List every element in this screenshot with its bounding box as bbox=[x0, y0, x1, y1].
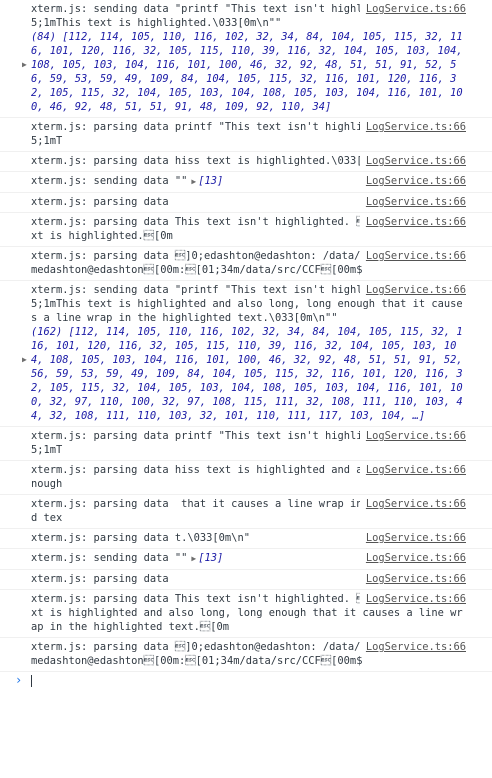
console-message: LogService.ts:66 xterm.js: parsing data … bbox=[0, 638, 492, 672]
message-body: xterm.js: sending data "" bbox=[31, 552, 188, 564]
array-preview[interactable]: [13] bbox=[198, 175, 223, 187]
source-link[interactable]: LogService.ts:66 bbox=[359, 531, 466, 545]
console-message: LogService.ts:66 xterm.js: parsing data p… bbox=[0, 118, 492, 152]
console-message: LogService.ts:66 xterm.js: parsing data T… bbox=[0, 590, 492, 638]
console-message: LogService.ts:66 xterm.js: parsing data p… bbox=[0, 427, 492, 461]
message-body: xterm.js: parsing data hiss text is high… bbox=[31, 155, 394, 167]
console-message: LogService.ts:66 xterm.js: parsing data bbox=[0, 570, 492, 590]
console-message: LogService.ts:66 xterm.js: sending data "… bbox=[0, 549, 492, 570]
triangle-right-icon[interactable]: ▶ bbox=[191, 554, 196, 563]
console-message: LogService.ts:66 xterm.js: sending data "… bbox=[0, 281, 492, 427]
console-message: LogService.ts:66 xterm.js: sending data "… bbox=[0, 0, 492, 118]
source-link[interactable]: LogService.ts:66 bbox=[359, 2, 466, 16]
source-link[interactable]: LogService.ts:66 bbox=[359, 572, 466, 586]
triangle-right-icon[interactable]: ▶ bbox=[22, 58, 27, 72]
source-link[interactable]: LogService.ts:66 bbox=[359, 640, 466, 654]
source-link[interactable]: LogService.ts:66 bbox=[359, 283, 466, 297]
source-link[interactable]: LogService.ts:66 bbox=[359, 429, 466, 443]
chevron-right-icon: › bbox=[15, 673, 23, 687]
console-message: LogService.ts:66 xterm.js: parsing data bbox=[0, 193, 492, 213]
console-message: LogService.ts:66 xterm.js: parsing data T… bbox=[0, 213, 492, 247]
source-link[interactable]: LogService.ts:66 bbox=[359, 215, 466, 229]
source-link[interactable]: LogService.ts:66 bbox=[359, 497, 466, 511]
triangle-right-icon[interactable]: ▶ bbox=[191, 177, 196, 186]
console-panel: LogService.ts:66 xterm.js: sending data "… bbox=[0, 0, 492, 778]
source-link[interactable]: LogService.ts:66 bbox=[359, 249, 466, 263]
message-body: xterm.js: parsing data bbox=[31, 196, 169, 208]
console-message: LogService.ts:66 xterm.js: sending data "… bbox=[0, 172, 492, 193]
source-link[interactable]: LogService.ts:66 bbox=[359, 195, 466, 209]
message-body: xterm.js: parsing data bbox=[31, 573, 169, 585]
console-message: LogService.ts:66 xterm.js: parsing data h… bbox=[0, 152, 492, 172]
array-preview[interactable]: [13] bbox=[198, 552, 223, 564]
source-link[interactable]: LogService.ts:66 bbox=[359, 463, 466, 477]
console-prompt[interactable]: › bbox=[0, 672, 492, 690]
message-body: xterm.js: parsing data t.\033[0m\n" bbox=[31, 532, 250, 544]
console-message: LogService.ts:66 xterm.js: parsing data t… bbox=[0, 529, 492, 549]
console-message: LogService.ts:66 xterm.js: parsing data … bbox=[0, 247, 492, 281]
console-message: LogService.ts:66 xterm.js: parsing data t… bbox=[0, 495, 492, 529]
message-body: xterm.js: sending data "" bbox=[31, 175, 188, 187]
source-link[interactable]: LogService.ts:66 bbox=[359, 154, 466, 168]
source-link[interactable]: LogService.ts:66 bbox=[359, 120, 466, 134]
triangle-right-icon[interactable]: ▶ bbox=[22, 353, 27, 367]
console-input[interactable] bbox=[31, 675, 32, 687]
array-preview[interactable]: (84) [112, 114, 105, 110, 116, 102, 32, … bbox=[22, 30, 466, 114]
array-preview[interactable]: (162) [112, 114, 105, 110, 116, 102, 32,… bbox=[22, 325, 466, 423]
source-link[interactable]: LogService.ts:66 bbox=[359, 551, 466, 565]
source-link[interactable]: LogService.ts:66 bbox=[359, 592, 466, 606]
source-link[interactable]: LogService.ts:66 bbox=[359, 174, 466, 188]
console-message: LogService.ts:66 xterm.js: parsing data h… bbox=[0, 461, 492, 495]
